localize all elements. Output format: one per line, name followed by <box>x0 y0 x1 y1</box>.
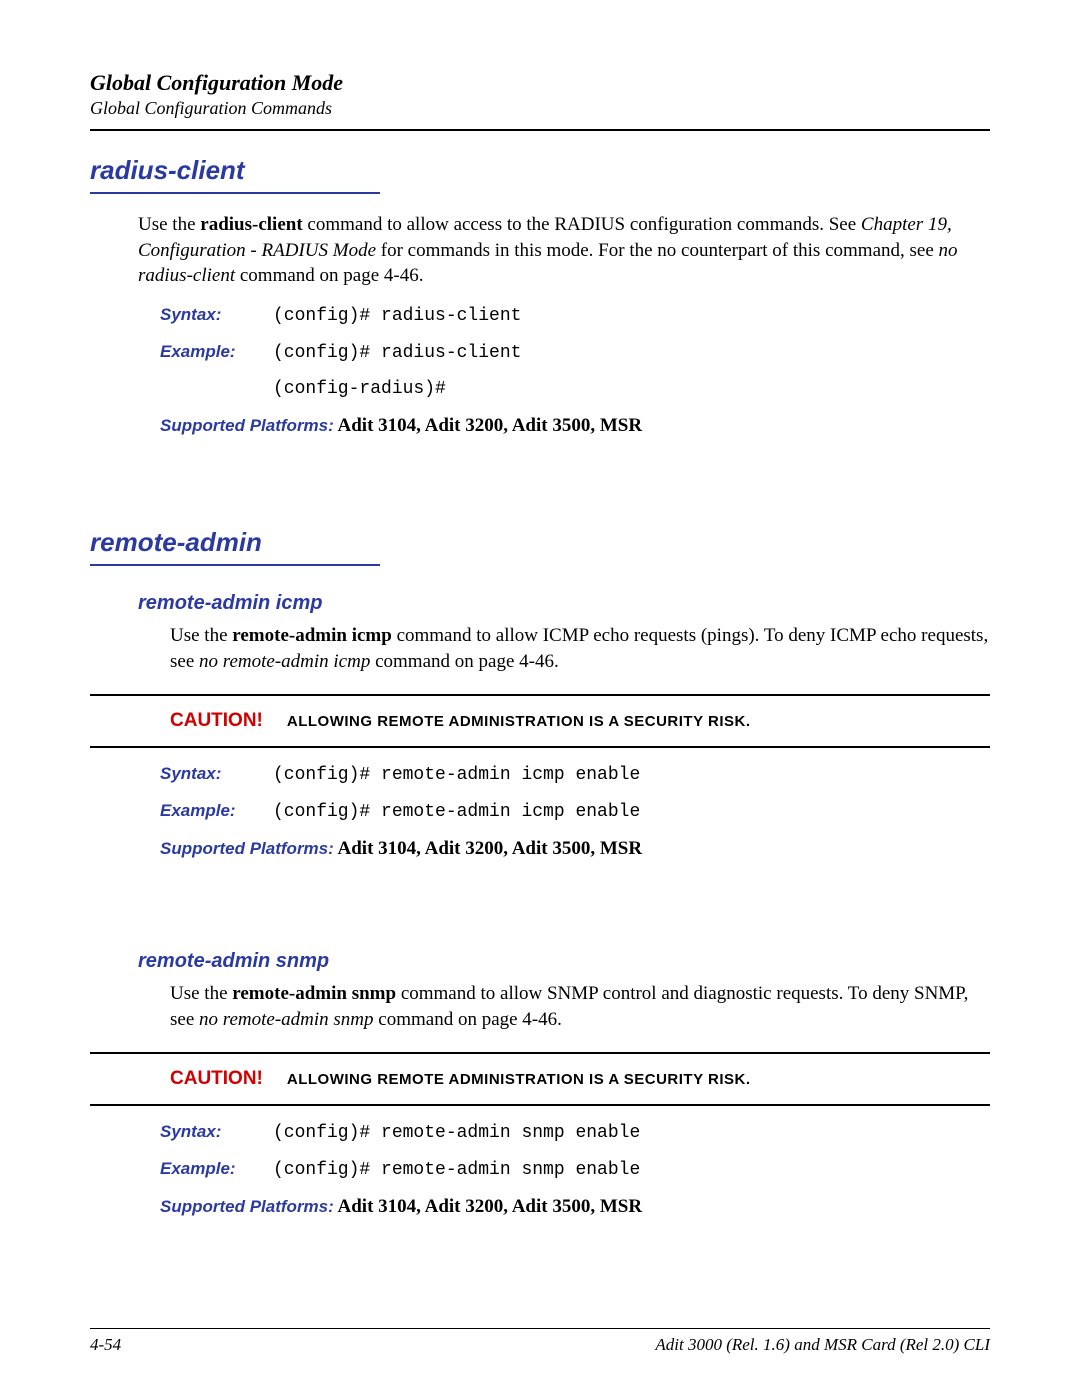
syntax-value: (config)# remote-admin icmp enable <box>273 765 640 785</box>
heading-underline <box>90 192 380 194</box>
caution-label: CAUTION! <box>170 710 263 732</box>
example-row: Example: (config)# remote-admin snmp ena… <box>160 1159 990 1180</box>
syntax-row: Syntax: (config)# remote-admin snmp enab… <box>160 1122 990 1143</box>
caution-box-snmp: CAUTION! ALLOWING REMOTE ADMINISTRATION … <box>90 1052 990 1106</box>
platforms-value: Adit 3104, Adit 3200, Adit 3500, MSR <box>334 838 642 859</box>
syntax-value: (config)# remote-admin snmp enable <box>273 1123 640 1143</box>
document-page: Global Configuration Mode Global Configu… <box>0 0 1080 1397</box>
syntax-label: Syntax: <box>160 1122 255 1142</box>
subsection-heading-icmp: remote-admin icmp <box>138 592 990 615</box>
header-subtitle: Global Configuration Commands <box>90 98 990 119</box>
caution-box-icmp: CAUTION! ALLOWING REMOTE ADMINISTRATION … <box>90 694 990 748</box>
text: command on page 4-46. <box>370 651 558 672</box>
icmp-paragraph: Use the remote-admin icmp command to all… <box>170 623 990 674</box>
text-bold: radius-client <box>200 214 302 235</box>
caution-text: ALLOWING REMOTE ADMINISTRATION IS A SECU… <box>287 713 751 730</box>
subsection-heading-snmp: remote-admin snmp <box>138 950 990 973</box>
platforms-line: Supported Platforms: Adit 3104, Adit 320… <box>160 1196 990 1218</box>
text: Use the <box>138 214 200 235</box>
syntax-row: Syntax: (config)# radius-client <box>160 305 990 326</box>
syntax-row: Syntax: (config)# remote-admin icmp enab… <box>160 764 990 785</box>
example-value-2: (config-radius)# <box>273 379 446 399</box>
text-italic: no remote-admin snmp <box>199 1009 374 1030</box>
platforms-line: Supported Platforms: Adit 3104, Adit 320… <box>160 838 990 860</box>
page-number: 4-54 <box>90 1335 121 1355</box>
text-bold: remote-admin snmp <box>232 983 396 1004</box>
snmp-paragraph: Use the remote-admin snmp command to all… <box>170 981 990 1032</box>
platforms-value: Adit 3104, Adit 3200, Adit 3500, MSR <box>334 1196 642 1217</box>
text: Use the <box>170 625 232 646</box>
syntax-label: Syntax: <box>160 764 255 784</box>
text: Use the <box>170 983 232 1004</box>
text-italic: no remote-admin icmp <box>199 651 370 672</box>
example-value: (config)# radius-client <box>273 343 521 363</box>
platforms-value: Adit 3104, Adit 3200, Adit 3500, MSR <box>334 415 642 436</box>
platforms-label: Supported Platforms: <box>160 416 334 436</box>
section-heading-remote-admin: remote-admin <box>90 527 990 558</box>
example-row: Example: (config)# radius-client <box>160 342 990 363</box>
footer-title: Adit 3000 (Rel. 1.6) and MSR Card (Rel 2… <box>655 1335 990 1355</box>
platforms-line: Supported Platforms: Adit 3104, Adit 320… <box>160 415 990 437</box>
platforms-label: Supported Platforms: <box>160 1197 334 1217</box>
header-divider <box>90 129 990 131</box>
text: command on page 4-46. <box>374 1009 562 1030</box>
example-label: Example: <box>160 801 255 821</box>
syntax-label: Syntax: <box>160 305 255 325</box>
text: command on page 4-46. <box>235 265 423 286</box>
example-value: (config)# remote-admin snmp enable <box>273 1160 640 1180</box>
syntax-value: (config)# radius-client <box>273 306 521 326</box>
header-title: Global Configuration Mode <box>90 70 990 96</box>
example-label: Example: <box>160 342 255 362</box>
text-bold: remote-admin icmp <box>232 625 392 646</box>
page-header: Global Configuration Mode Global Configu… <box>90 70 990 131</box>
radius-client-paragraph: Use the radius-client command to allow a… <box>138 212 990 289</box>
caution-text: ALLOWING REMOTE ADMINISTRATION IS A SECU… <box>287 1071 751 1088</box>
page-footer: 4-54 Adit 3000 (Rel. 1.6) and MSR Card (… <box>90 1320 990 1355</box>
text: for commands in this mode. For the no co… <box>376 240 939 261</box>
platforms-label: Supported Platforms: <box>160 839 334 859</box>
section-heading-radius-client: radius-client <box>90 155 990 186</box>
text: command to allow access to the RADIUS co… <box>303 214 861 235</box>
example-row: Example: (config)# remote-admin icmp ena… <box>160 801 990 822</box>
example-label: Example: <box>160 1159 255 1179</box>
heading-underline <box>90 564 380 566</box>
caution-label: CAUTION! <box>170 1068 263 1090</box>
footer-divider <box>90 1328 990 1329</box>
example-row-2: (config-radius)# <box>160 379 990 399</box>
example-value: (config)# remote-admin icmp enable <box>273 802 640 822</box>
